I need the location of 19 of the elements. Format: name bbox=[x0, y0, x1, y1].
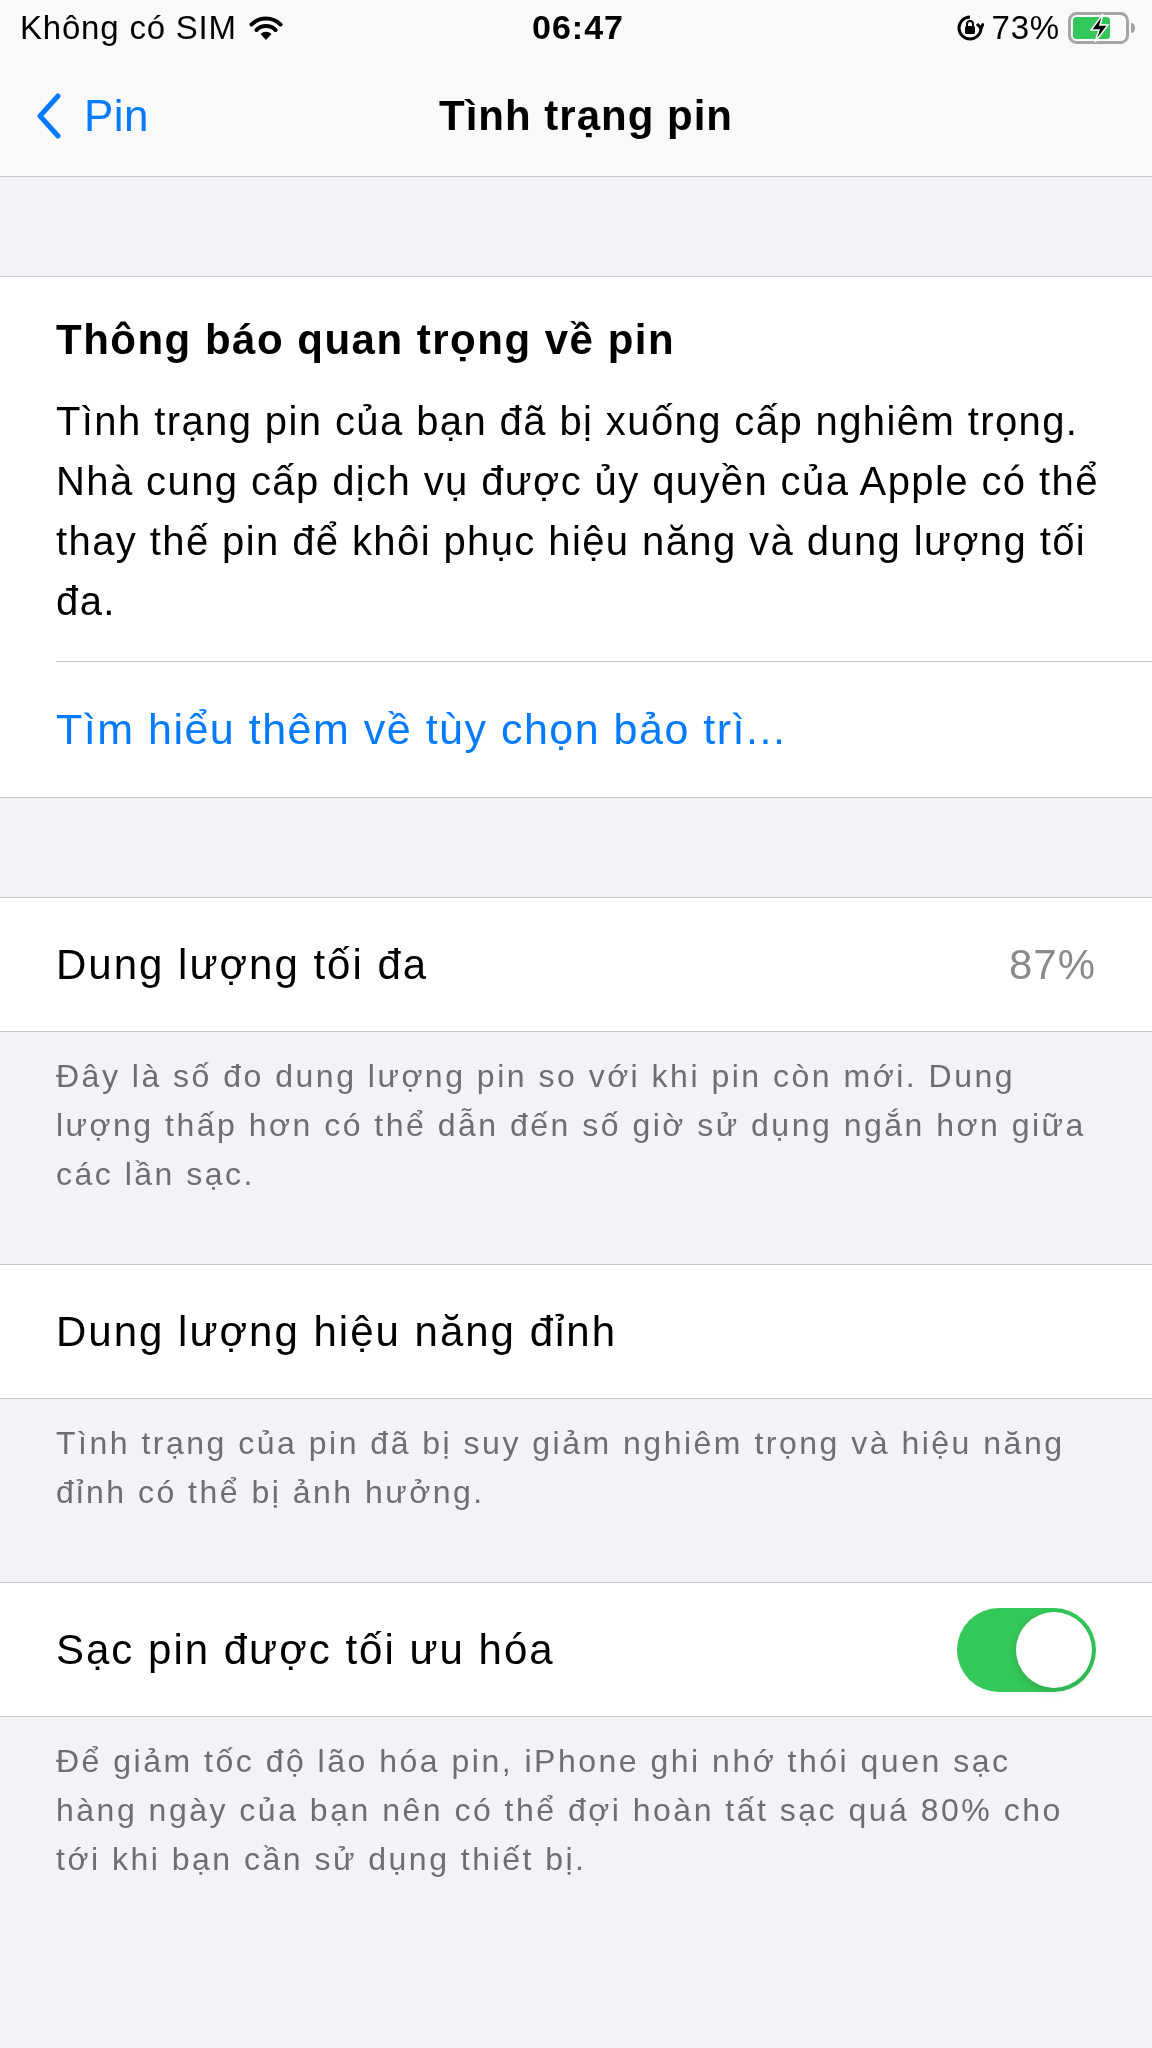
carrier-label: Không có SIM bbox=[20, 8, 237, 47]
footer-text: Đây là số đo dung lượng pin so với khi pin còn mới. Dung lượng thấp hơn có thể dẫn đến số giờ sử dụng ngắn hơn giữa các lần sạc. bbox=[55, 1057, 1087, 1194]
clock-time: 06:47 bbox=[532, 8, 624, 47]
row-label: Dung lượng tối đa bbox=[56, 940, 429, 989]
chevron-left-icon bbox=[36, 92, 62, 139]
battery-charging-icon bbox=[1068, 11, 1136, 44]
row-label: Sạc pin được tối ưu hóa bbox=[56, 1625, 555, 1674]
footer-text: Để giảm tốc độ lão hóa pin, iPhone ghi nhớ thói quen sạc hàng ngày của bạn nên có thể đợi hoàn tất sạc quá 80% cho tới khi bạn cần sử dụng thiết bị. bbox=[55, 1742, 1064, 1879]
back-button[interactable]: Pin bbox=[36, 90, 150, 141]
footer-text: Tình trạng của pin đã bị suy giảm nghiêm trọng và hiệu năng đỉnh có thể bị ảnh hưởng. bbox=[55, 1424, 1066, 1512]
screen-title: Tình trạng pin bbox=[439, 91, 733, 140]
battery-percent: 73% bbox=[991, 8, 1060, 47]
service-options-link[interactable]: Tìm hiểu thêm về tùy chọn bảo trì... bbox=[56, 705, 787, 754]
capacity-value: 87% bbox=[1008, 940, 1096, 989]
notice-text: Tình trạng pin của bạn đã bị xuống cấp nghiêm trọng. Nhà cung cấp dịch vụ được ủy quyền của Apple có thể thay thế pin để khôi phục hiệu năng và dung lượng tối đa. bbox=[56, 398, 1100, 625]
orientation-lock-icon bbox=[955, 13, 984, 42]
notice-title: Thông báo quan trọng về pin bbox=[56, 315, 677, 365]
row-label: Dung lượng hiệu năng đỉnh bbox=[56, 1307, 618, 1356]
wifi-icon bbox=[248, 15, 283, 40]
